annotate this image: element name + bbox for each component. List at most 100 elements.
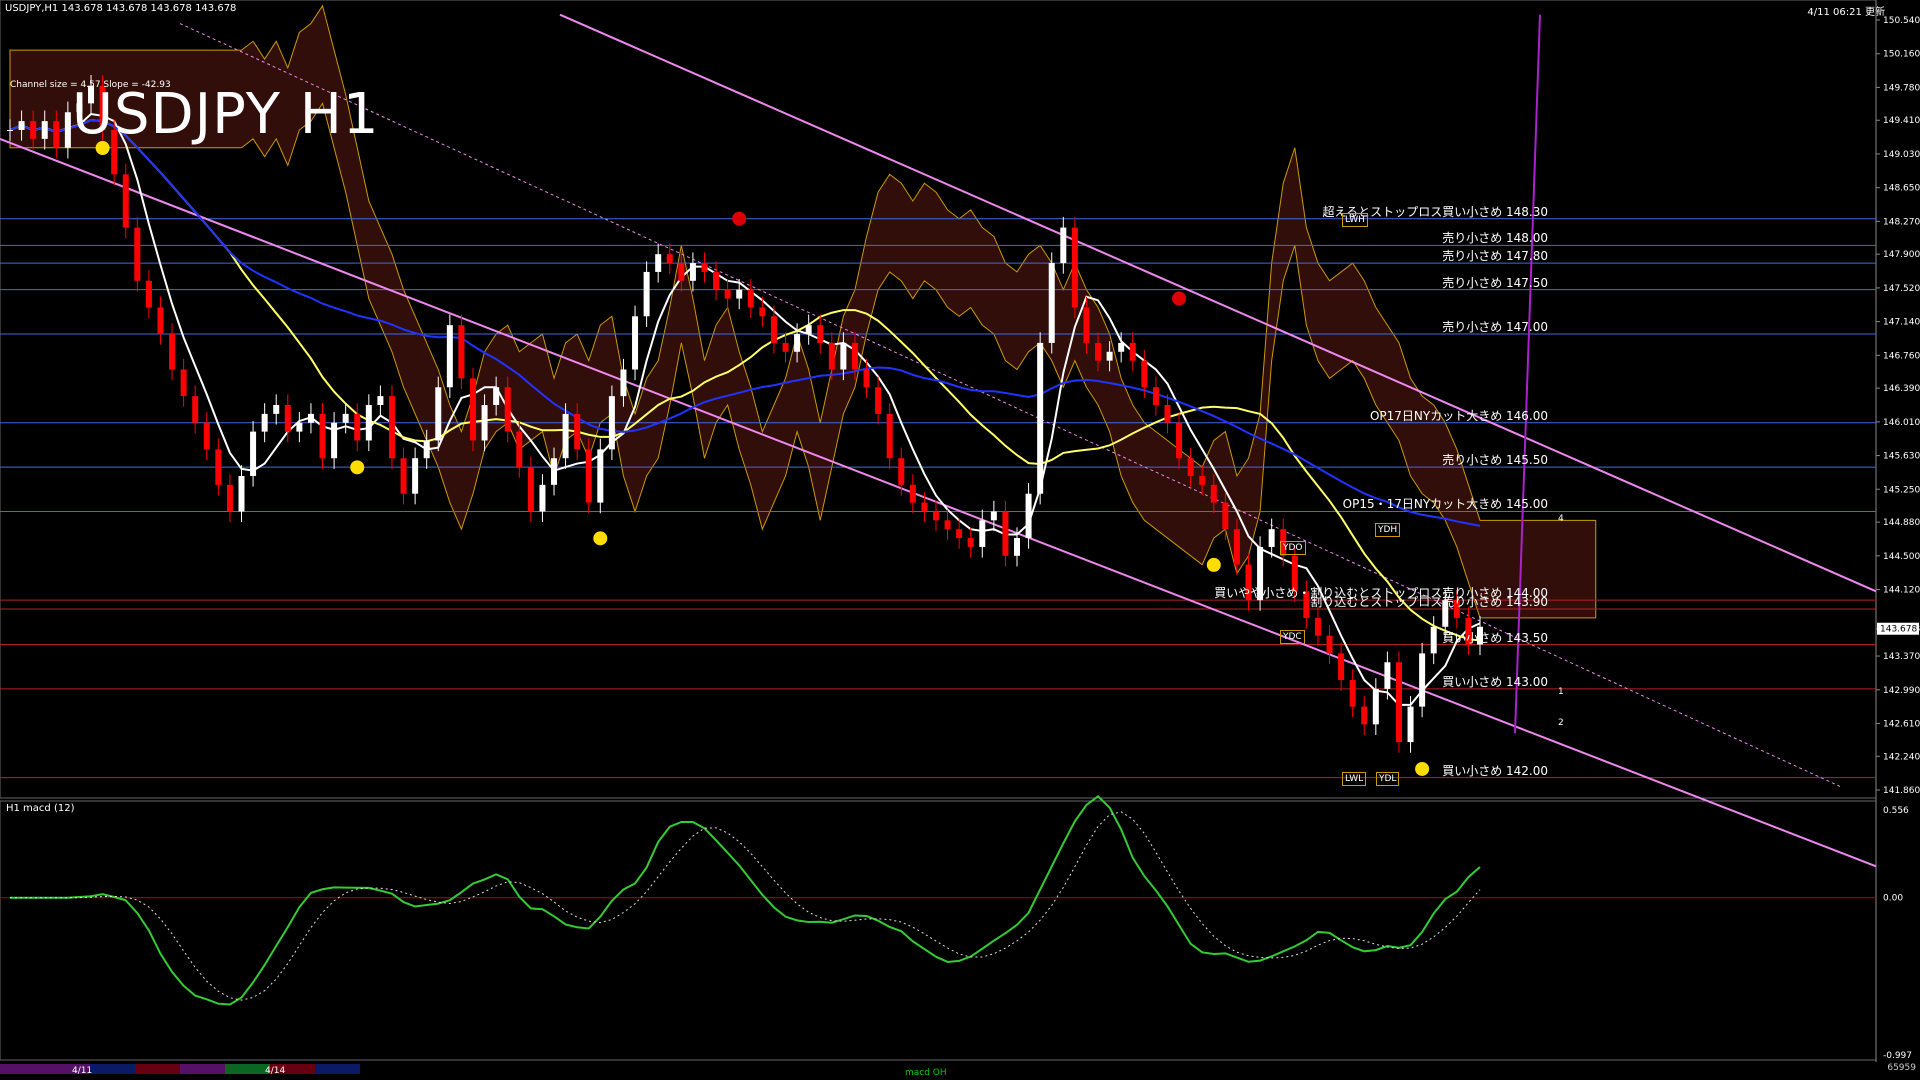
price-axis: 150.540 150.160 149.780 149.410 149.030 148.6… bbox=[1876, 16, 1920, 796]
candle-body bbox=[551, 458, 558, 485]
candle-body bbox=[1407, 706, 1414, 743]
level-annotation: 買い小さめ 143.50 bbox=[1442, 630, 1548, 645]
candle-body bbox=[516, 431, 523, 468]
candle-body bbox=[851, 342, 858, 370]
candle-body bbox=[1268, 529, 1275, 547]
candle-body bbox=[1048, 263, 1055, 343]
pivot-label: LWH bbox=[1342, 212, 1368, 227]
candle-body bbox=[1372, 688, 1379, 725]
candle-body bbox=[1384, 662, 1391, 689]
candle-body bbox=[1176, 422, 1183, 459]
candle-body bbox=[608, 396, 615, 450]
candle-body bbox=[469, 378, 476, 441]
price-tick-label: 141.860 bbox=[1883, 786, 1920, 796]
session-segment bbox=[180, 1064, 225, 1074]
price-tick-label: 147.520 bbox=[1883, 284, 1920, 294]
candle-body bbox=[41, 121, 48, 139]
candle-body bbox=[1060, 227, 1067, 264]
session-segment bbox=[0, 1064, 45, 1074]
pivot-label: YDH bbox=[1375, 523, 1401, 538]
symbol-title: USDJPY H1 bbox=[72, 82, 380, 147]
candle-body bbox=[782, 342, 789, 352]
candle-body bbox=[1164, 405, 1171, 423]
price-tick-label: 146.010 bbox=[1883, 418, 1920, 428]
session-segment bbox=[90, 1064, 135, 1074]
candle-body bbox=[1152, 387, 1159, 405]
candle-body bbox=[296, 422, 303, 432]
candle-body bbox=[898, 458, 905, 485]
candle-body bbox=[828, 342, 835, 370]
candle-body bbox=[805, 325, 812, 335]
candle-body bbox=[574, 413, 581, 450]
price-tick-label: 149.030 bbox=[1883, 150, 1920, 160]
candle-body bbox=[1071, 227, 1078, 308]
level-annotation: 売り小さめ 147.00 bbox=[1442, 320, 1548, 335]
level-annotation: 売り小さめ 145.50 bbox=[1442, 453, 1548, 468]
candle-body bbox=[365, 405, 372, 441]
candle-body bbox=[1430, 626, 1437, 654]
candle-body bbox=[794, 334, 801, 352]
macd-axis-label: 0.556 bbox=[1883, 806, 1909, 816]
current-price-label: 143.678 bbox=[1880, 625, 1917, 635]
price-tick-label: 150.540 bbox=[1883, 16, 1920, 26]
level-annotation: 売り小さめ 148.00 bbox=[1442, 231, 1548, 246]
price-tick-label: 145.630 bbox=[1883, 452, 1920, 462]
candle-body bbox=[1419, 653, 1426, 707]
candle-body bbox=[145, 280, 152, 308]
candle-body bbox=[1014, 538, 1021, 556]
candle-body bbox=[319, 413, 326, 459]
candle-body bbox=[921, 502, 928, 512]
candle-body bbox=[967, 538, 974, 547]
projection-label: 2 bbox=[1558, 718, 1564, 729]
candle-body bbox=[307, 413, 314, 423]
candle-body bbox=[1349, 680, 1356, 707]
candle-body bbox=[273, 405, 280, 414]
session-segment bbox=[225, 1064, 270, 1074]
fractal-up-marker bbox=[350, 460, 365, 475]
candle-body bbox=[169, 334, 176, 370]
session-segment bbox=[135, 1064, 180, 1074]
candle-body bbox=[481, 405, 488, 441]
price-tick-label: 144.500 bbox=[1883, 552, 1920, 562]
candle-body bbox=[632, 316, 639, 370]
candle-body bbox=[956, 529, 963, 539]
candle-body bbox=[215, 449, 222, 485]
candle-body bbox=[817, 325, 824, 343]
candle-body bbox=[342, 413, 349, 423]
candle-body bbox=[597, 449, 604, 503]
candle-body bbox=[585, 449, 592, 503]
price-tick-label: 145.250 bbox=[1883, 485, 1920, 495]
session-segment bbox=[315, 1064, 360, 1074]
candle-body bbox=[944, 520, 951, 530]
candle-body bbox=[122, 174, 129, 228]
macd-title: H1 macd (12) bbox=[6, 803, 75, 814]
candle-body bbox=[134, 227, 141, 281]
candle-body bbox=[1395, 662, 1402, 743]
candle-body bbox=[261, 413, 268, 432]
fractal-up-marker bbox=[1415, 761, 1430, 776]
candle-body bbox=[863, 369, 870, 388]
candle-body bbox=[423, 440, 430, 459]
price-chart[interactable]: 150.540 150.160 149.780 149.410 149.030 148.6… bbox=[0, 0, 1920, 1080]
price-tick-label: 144.120 bbox=[1883, 586, 1920, 596]
pivot-label: YDO bbox=[1280, 540, 1306, 555]
candle-body bbox=[192, 396, 199, 423]
candle-body bbox=[875, 387, 882, 414]
candle-body bbox=[30, 121, 37, 139]
candle-body bbox=[701, 263, 708, 272]
price-tick-label: 142.610 bbox=[1883, 719, 1920, 729]
candle-body bbox=[770, 316, 777, 343]
macd-panel-border bbox=[0, 800, 1877, 1061]
candle-body bbox=[979, 520, 986, 547]
fractal-up-marker bbox=[1206, 557, 1221, 572]
candle-body bbox=[377, 396, 384, 405]
candle-body bbox=[620, 369, 627, 397]
level-annotation: OP17日NYカット大きめ 146.00 bbox=[1369, 408, 1548, 423]
macd-signal-line bbox=[10, 811, 1481, 1001]
candle-body bbox=[1338, 653, 1345, 680]
candle-body bbox=[1210, 484, 1217, 503]
candle-body bbox=[435, 387, 442, 441]
candle-body bbox=[759, 307, 766, 317]
level-annotation: 割り込むとストップロス売り小さめ 143.90 bbox=[1310, 595, 1548, 610]
fractal-up-marker bbox=[593, 531, 608, 546]
